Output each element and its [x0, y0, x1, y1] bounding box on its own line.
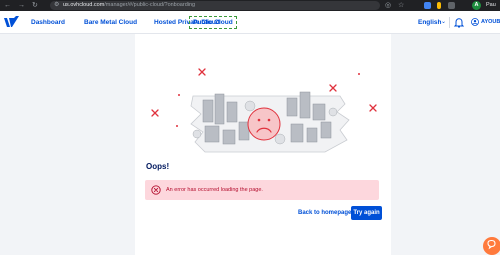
nav-bare-metal-cloud[interactable]: Bare Metal Cloud [84, 18, 137, 27]
url-text: us.ovhcloud.com/manager/#/public-cloud/?… [63, 2, 195, 9]
error-panel: Oops! An error has occurred loading the … [135, 34, 391, 255]
language-selector[interactable]: English [418, 18, 441, 27]
address-bar[interactable]: ⚙ us.ovhcloud.com/manager/#/public-cloud… [50, 1, 380, 10]
user-account-icon[interactable] [471, 18, 479, 26]
reload-icon[interactable]: ↻ [32, 2, 38, 9]
profile-label[interactable]: Pau [486, 2, 496, 9]
error-illustration [151, 68, 377, 153]
extension-icon[interactable] [424, 2, 431, 9]
back-to-homepage-link[interactable]: Back to homepage [298, 209, 351, 218]
back-arrow-icon[interactable]: ← [4, 2, 11, 9]
incognito-icon[interactable]: ◎ [385, 2, 391, 9]
divider [449, 17, 450, 28]
page-title: Oops! [146, 162, 170, 171]
browser-toolbar: ← → ↻ ⚙ us.ovhcloud.com/manager/#/public… [0, 0, 500, 11]
url-path: /manager/#/public-cloud/?onboarding [104, 2, 196, 8]
nav-public-cloud[interactable]: Public Cloud [189, 16, 237, 29]
extension-icon[interactable] [437, 2, 441, 9]
notifications-bell-icon[interactable] [454, 17, 464, 28]
chat-bubble-icon [487, 239, 496, 250]
error-message: An error has occurred loading the page. [166, 187, 263, 193]
nav-dashboard[interactable]: Dashboard [31, 18, 65, 27]
top-navigation: Dashboard Bare Metal Cloud Hosted Privat… [0, 11, 500, 34]
extensions-puzzle-icon[interactable] [448, 2, 455, 9]
try-again-button[interactable]: Try again [351, 206, 382, 220]
chat-support-button[interactable] [483, 237, 500, 255]
url-host: us.ovhcloud.com [63, 2, 105, 8]
chevron-down-icon[interactable]: ⌄ [441, 18, 446, 27]
bookmark-star-icon[interactable]: ☆ [398, 2, 404, 9]
account-name[interactable]: AYOUB N [481, 18, 500, 27]
ovhcloud-logo-icon[interactable] [4, 16, 19, 29]
profile-avatar[interactable]: A [472, 1, 481, 10]
error-alert: An error has occurred loading the page. [145, 180, 379, 200]
forward-arrow-icon[interactable]: → [18, 2, 25, 9]
error-circle-x-icon [151, 185, 161, 195]
site-info-icon[interactable]: ⚙ [54, 2, 59, 9]
